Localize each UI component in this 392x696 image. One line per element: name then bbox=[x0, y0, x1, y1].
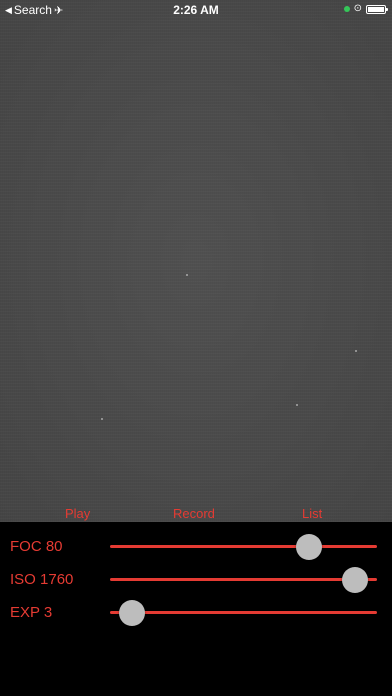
exposure-control: EXP 3 bbox=[0, 598, 392, 628]
slider-track bbox=[110, 578, 377, 581]
camera-viewfinder[interactable] bbox=[0, 0, 392, 522]
iso-control: ISO 1760 bbox=[0, 565, 392, 595]
iso-slider[interactable] bbox=[110, 565, 377, 595]
status-indicators: ⊙ bbox=[343, 3, 388, 14]
slider-thumb[interactable] bbox=[342, 567, 369, 593]
slider-thumb[interactable] bbox=[296, 534, 323, 560]
status-time: 2:26 AM bbox=[173, 3, 219, 17]
focus-slider[interactable] bbox=[110, 532, 377, 562]
noise-speck bbox=[296, 404, 298, 406]
list-button[interactable]: List bbox=[302, 506, 322, 521]
slider-thumb[interactable] bbox=[118, 600, 145, 626]
iso-label: ISO 1760 bbox=[10, 571, 74, 588]
exposure-slider[interactable] bbox=[110, 598, 377, 628]
play-button[interactable]: Play bbox=[65, 506, 90, 521]
slider-track bbox=[110, 611, 377, 614]
green-dot-icon bbox=[343, 6, 350, 12]
rotation-lock-icon: ⊙ bbox=[353, 3, 362, 14]
focus-control: FOC 80 bbox=[0, 532, 392, 562]
focus-label: FOC 80 bbox=[10, 538, 63, 555]
noise-speck bbox=[355, 350, 357, 352]
noise-speck bbox=[101, 418, 103, 420]
battery-icon bbox=[366, 4, 388, 14]
slider-track bbox=[110, 545, 377, 548]
controls-panel: FOC 80 ISO 1760 EXP 3 bbox=[0, 522, 392, 696]
screen: ◀ Search ✈ 2:26 AM ⊙ Play Record List FO… bbox=[0, 0, 392, 696]
record-button[interactable]: Record bbox=[173, 506, 215, 521]
status-bar: ◀ Search ✈ 2:26 AM ⊙ bbox=[0, 0, 392, 20]
exposure-label: EXP 3 bbox=[10, 604, 53, 621]
sensor-noise bbox=[0, 0, 392, 522]
noise-speck bbox=[186, 274, 188, 276]
